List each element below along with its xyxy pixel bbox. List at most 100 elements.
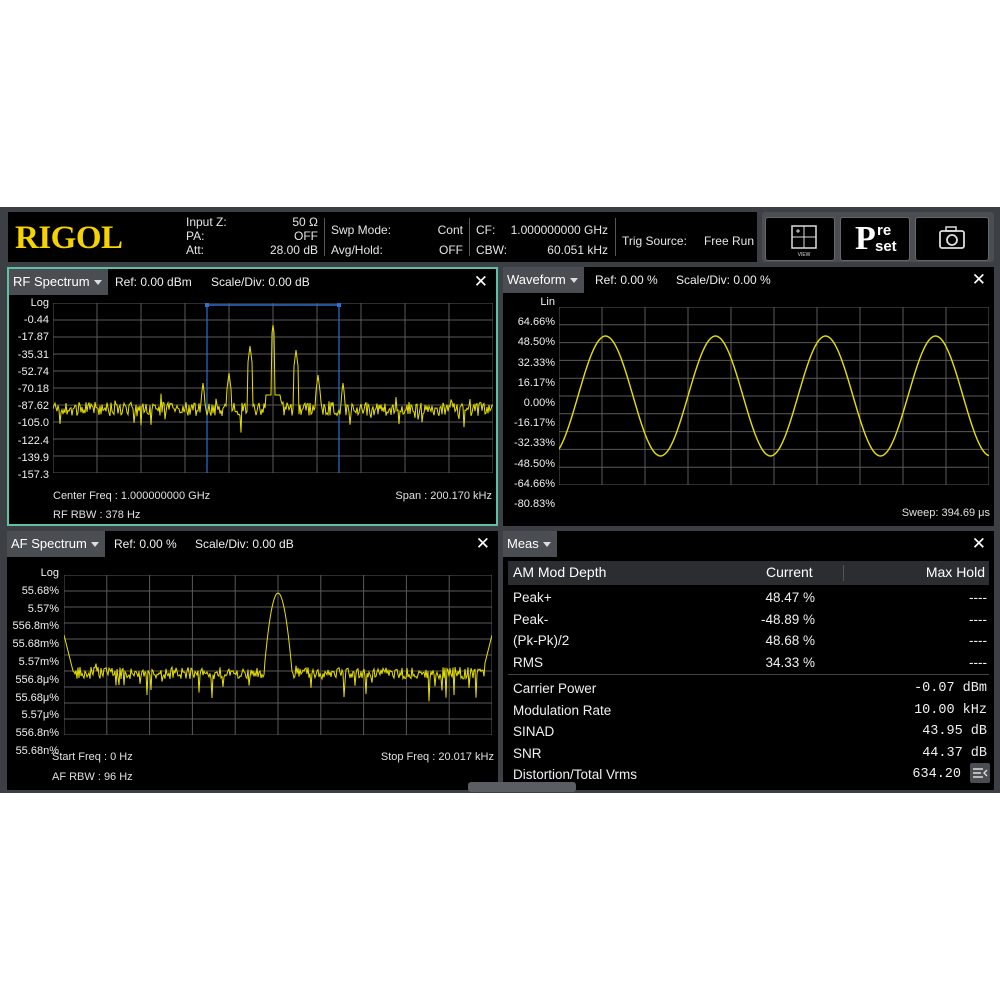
y-axis-label: -80.83% [514, 498, 555, 510]
rf-scale-div: Scale/Div: 0.00 dB [211, 275, 310, 289]
meas-result-value: 43.95 dB [922, 724, 987, 739]
svg-text:VIEW: VIEW [798, 252, 811, 258]
y-axis-label: 556.8n% [15, 727, 59, 740]
y-axis-label: 5.57m% [18, 656, 59, 668]
y-axis-label: 55.68% [21, 584, 59, 597]
cf-label: CF: [476, 223, 496, 237]
meas-result-row: SNR 44.37 dB [511, 744, 989, 765]
y-axis-label: 0.00% [523, 397, 555, 409]
y-axis-label: 32.33% [517, 356, 555, 369]
y-axis-label: -139.9 [17, 451, 49, 464]
meas-result-row: Modulation Rate 10.00 kHz [511, 701, 989, 722]
meas-result-value: 44.37 dB [922, 745, 987, 761]
waveform-dropdown[interactable]: Waveform [503, 267, 584, 293]
meas-row-max: ---- [969, 611, 987, 627]
meas-row: Peak- -48.89 % ---- [511, 610, 989, 631]
att-label: Att: [186, 243, 205, 257]
close-icon[interactable]: ✕ [476, 534, 490, 554]
y-axis-label: 16.17% [517, 376, 555, 389]
preset-button[interactable]: P re set [840, 217, 910, 261]
swp-mode-label: Swp Mode: [331, 223, 392, 237]
view-add-icon: VIEW [791, 225, 817, 258]
meas-row-current: 34.33 % [765, 654, 815, 670]
meas-result-value: -0.07 dBm [914, 681, 987, 696]
y-axis-label: -64.66% [514, 477, 555, 490]
marker-handle [205, 303, 209, 307]
af-scale-div: Scale/Div: 0.00 dB [195, 537, 294, 551]
input-z-value: 50 Ω [292, 215, 318, 229]
meas-row-name: Peak- [513, 611, 549, 627]
wave-ref-level: Ref: 0.00 % [595, 273, 658, 287]
y-axis-label: 55.68m% [12, 638, 59, 651]
meas-header-current: Current [766, 564, 813, 580]
wave-scale-div: Scale/Div: 0.00 % [676, 273, 771, 287]
meas-result-row: Distortion/Total Vrms 634.20 [511, 765, 989, 786]
meas-result-value: 10.00 kHz [914, 702, 987, 718]
cf-value: 1.000000000 GHz [510, 223, 608, 237]
waveform-plot[interactable] [559, 307, 989, 485]
meas-result-name: Carrier Power [513, 681, 597, 696]
swp-mode-value: Cont [437, 223, 463, 237]
y-axis-label: -48.50% [514, 457, 555, 470]
af-spectrum-panel[interactable]: AF Spectrum Ref: 0.00 % Scale/Div: 0.00 … [7, 531, 498, 790]
rf-spectrum-dropdown[interactable]: RF Spectrum [9, 269, 108, 295]
rf-center-freq: Center Freq : 1.000000000 GHz [53, 490, 211, 502]
y-axis-label: 5.57% [27, 602, 59, 615]
af-spectrum-dropdown[interactable]: AF Spectrum [7, 531, 105, 557]
close-icon[interactable]: ✕ [972, 270, 986, 290]
y-axis-label: 64.66% [517, 316, 555, 329]
y-axis-label: -35.31 [17, 348, 49, 361]
meas-dropdown[interactable]: Meas [503, 531, 557, 557]
y-axis-label: -157.3 [17, 469, 49, 481]
camera-icon [939, 226, 965, 249]
meas-result-name: SNR [513, 745, 542, 761]
meas-row-max: ---- [969, 590, 987, 605]
waveform-panel[interactable]: Waveform Ref: 0.00 % Scale/Div: 0.00 % ✕… [503, 267, 994, 526]
meas-row: RMS 34.33 % ---- [511, 653, 989, 674]
rf-ref-level: Ref: 0.00 dBm [115, 275, 192, 289]
pa-value: OFF [294, 229, 318, 243]
scroll-handle[interactable] [468, 782, 576, 792]
af-spectrum-plot[interactable] [64, 575, 492, 735]
meas-result-value: 634.20 [912, 767, 961, 782]
add-view-button[interactable]: VIEW [765, 217, 835, 261]
marker-handle [337, 303, 341, 307]
af-start-freq: Start Freq : 0 Hz [52, 751, 133, 763]
meas-row-current: -48.89 % [760, 611, 815, 627]
status-header: RIGOL Input Z: 50 Ω PA: OFF Att: 28.00 d… [8, 212, 757, 262]
meas-panel[interactable]: Meas ✕ AM Mod Depth Current Max Hold Pea… [503, 531, 994, 790]
y-axis-label: Lin [540, 296, 555, 308]
menu-collapse-icon[interactable] [970, 763, 990, 783]
preset-p: P [855, 220, 876, 257]
af-ref-level: Ref: 0.00 % [114, 537, 177, 551]
rf-spectrum-plot[interactable] [53, 303, 493, 473]
cbw-value: 60.051 kHz [547, 243, 608, 257]
y-axis-label: Log [40, 567, 59, 579]
meas-table-header: AM Mod Depth Current Max Hold [508, 561, 989, 585]
meas-result-row: Carrier Power -0.07 dBm [511, 679, 989, 700]
meas-row-max: ---- [969, 654, 987, 670]
rf-span: Span : 200.170 kHz [395, 490, 492, 502]
af-stop-freq: Stop Freq : 20.017 kHz [380, 751, 494, 763]
y-axis-label: -70.18 [17, 383, 49, 395]
close-icon[interactable]: ✕ [474, 272, 488, 292]
cbw-label: CBW: [476, 243, 508, 257]
y-axis-label: -32.33% [514, 437, 555, 450]
att-value: 28.00 dB [269, 243, 318, 257]
close-icon[interactable]: ✕ [972, 534, 986, 554]
y-axis-label: -17.87 [17, 331, 49, 344]
y-axis-label: Log [30, 297, 49, 309]
rf-spectrum-panel[interactable]: RF Spectrum Ref: 0.00 dBm Scale/Div: 0.0… [7, 267, 498, 526]
y-axis-label: -87.62 [17, 400, 49, 413]
meas-header-mod-depth: AM Mod Depth [513, 564, 607, 580]
meas-result-name: SINAD [513, 724, 555, 739]
y-axis-label: -122.4 [17, 434, 49, 447]
y-axis-label: 48.50% [517, 336, 555, 349]
y-axis-label: -0.44 [23, 314, 49, 327]
screenshot-button[interactable] [915, 217, 989, 261]
meas-row: (Pk-Pk)/2 48.68 % ---- [511, 631, 989, 652]
meas-row-max: ---- [969, 633, 987, 648]
meas-row-name: RMS [513, 654, 543, 670]
avg-hold-label: Avg/Hold: [331, 243, 383, 257]
y-axis-label: -16.17% [514, 417, 555, 430]
